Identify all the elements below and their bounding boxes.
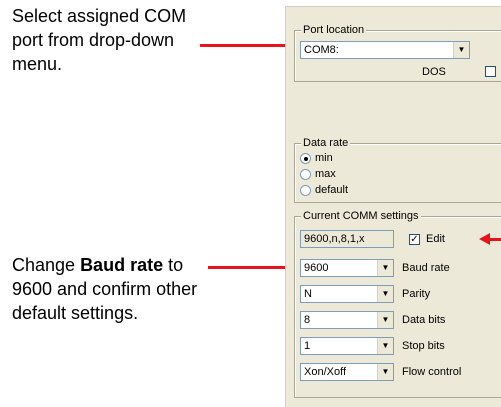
parity-value: N: [304, 288, 312, 300]
radio-default-label: default: [315, 184, 349, 196]
chevron-down-icon[interactable]: ▼: [377, 338, 393, 354]
arrow-to-edit-checkbox: [479, 233, 501, 245]
stop-bits-label: Stop bits: [402, 340, 445, 352]
baud-rate-value: 9600: [304, 262, 329, 274]
instruction-baud-text-a: Change: [12, 255, 81, 275]
comm-settings-title: Current COMM settings: [301, 209, 421, 223]
parity-dropdown[interactable]: N ▼: [300, 285, 394, 303]
data-rate-group: Data rate min max default: [294, 136, 501, 203]
flow-control-value: Xon/Xoff: [304, 366, 346, 378]
chevron-down-icon[interactable]: ▼: [453, 42, 469, 58]
edit-label: Edit: [426, 233, 445, 245]
com-port-value: COM8:: [304, 44, 339, 56]
radio-default[interactable]: [300, 185, 311, 196]
port-location-group: Port location COM8: ▼ DOS: [294, 23, 501, 82]
settings-panel: Port location COM8: ▼ DOS Data rate min …: [285, 6, 501, 407]
chevron-down-icon[interactable]: ▼: [377, 312, 393, 328]
flow-control-dropdown[interactable]: Xon/Xoff ▼: [300, 363, 394, 381]
baud-rate-dropdown[interactable]: 9600 ▼: [300, 259, 394, 277]
comm-summary-field: 9600,n,8,1,x: [300, 230, 394, 248]
instruction-select-port-text: Select assigned COM port from drop-down …: [12, 6, 187, 74]
radio-min[interactable]: [300, 153, 311, 164]
instruction-select-port: Select assigned COM port from drop-down …: [12, 4, 202, 76]
stop-bits-dropdown[interactable]: 1 ▼: [300, 337, 394, 355]
comm-settings-group: Current COMM settings 9600,n,8,1,x ✓ Edi…: [294, 209, 501, 398]
baud-rate-label: Baud rate: [402, 262, 450, 274]
radio-max-label: max: [315, 168, 336, 180]
chevron-down-icon[interactable]: ▼: [377, 260, 393, 276]
edit-checkbox[interactable]: ✓: [409, 234, 420, 245]
chevron-down-icon[interactable]: ▼: [377, 286, 393, 302]
radio-max[interactable]: [300, 169, 311, 180]
data-rate-title: Data rate: [301, 136, 351, 150]
arrow-to-baud-rate: [208, 261, 298, 273]
data-bits-dropdown[interactable]: 8 ▼: [300, 311, 394, 329]
flow-control-label: Flow control: [402, 366, 462, 378]
radio-min-label: min: [315, 152, 333, 164]
comm-summary-value: 9600,n,8,1,x: [304, 233, 365, 245]
arrow-to-port: [200, 39, 298, 51]
chevron-down-icon[interactable]: ▼: [377, 364, 393, 380]
parity-label: Parity: [402, 288, 431, 300]
stop-bits-value: 1: [304, 340, 311, 352]
instruction-baud-text-b: Baud rate: [80, 255, 164, 275]
com-port-dropdown[interactable]: COM8: ▼: [300, 41, 470, 59]
dos-checkbox[interactable]: [485, 66, 496, 77]
data-bits-label: Data bits: [402, 314, 446, 326]
port-location-title: Port location: [301, 23, 367, 37]
data-bits-value: 8: [304, 314, 311, 326]
instruction-baud-rate: Change Baud rate to 9600 and confirm oth…: [12, 253, 202, 325]
dos-label: DOS: [422, 66, 446, 78]
